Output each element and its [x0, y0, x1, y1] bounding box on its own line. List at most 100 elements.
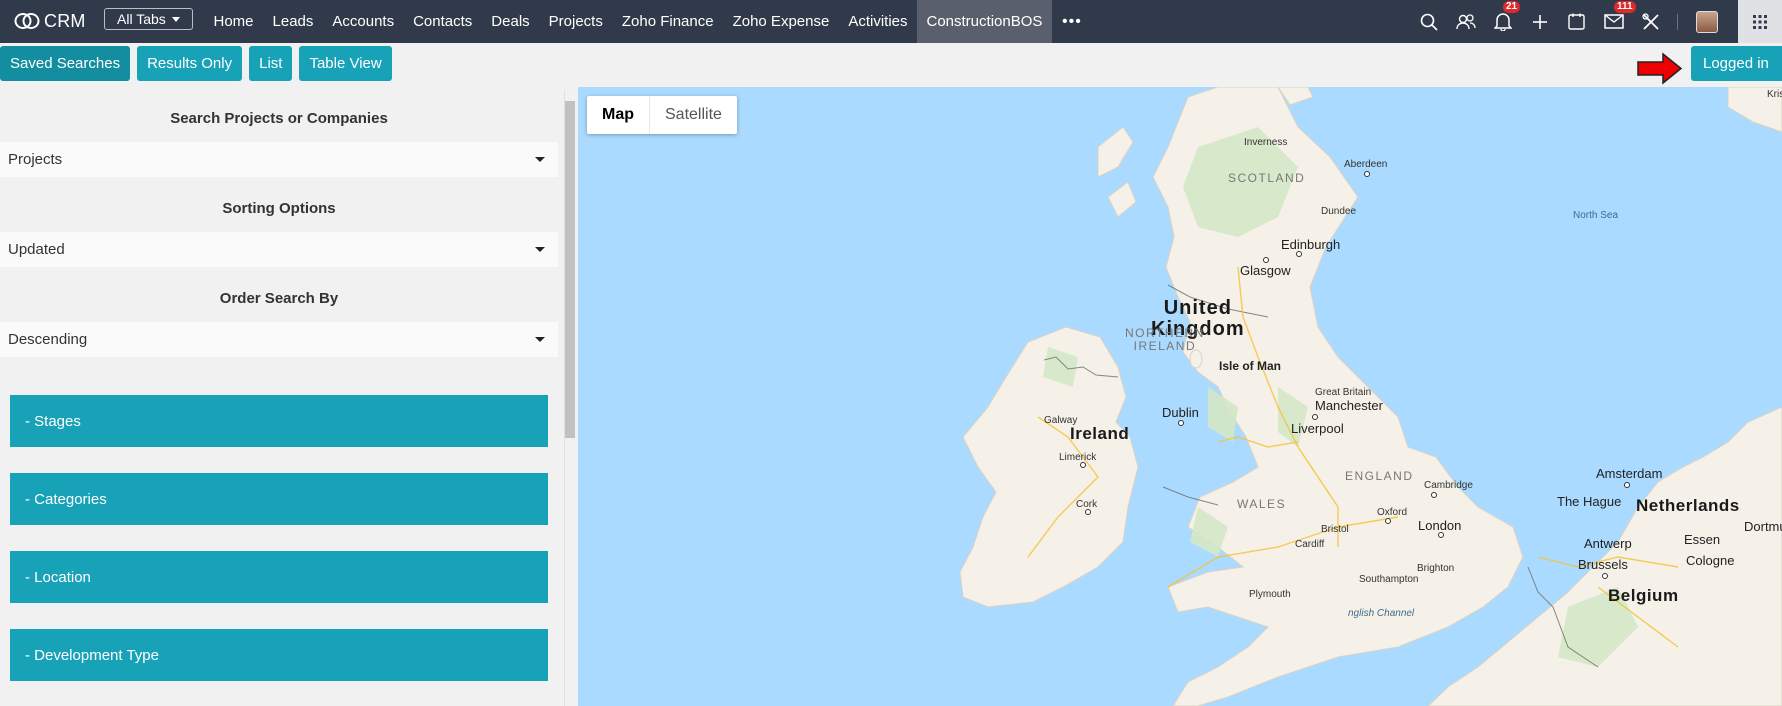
map-label-belgium: Belgium	[1608, 586, 1679, 605]
search-type-value: Projects	[8, 151, 63, 168]
map-label-liverpool: Liverpool	[1291, 421, 1344, 436]
map-label-southampton: Southampton	[1359, 574, 1419, 585]
map-label-brussels: Brussels	[1578, 557, 1628, 572]
map-label-cardiff: Cardiff	[1295, 539, 1325, 550]
map-label-antwerp: Antwerp	[1584, 536, 1632, 551]
search-type-select[interactable]: Projects	[0, 142, 558, 177]
apps-grid-icon[interactable]	[1738, 0, 1782, 43]
avatar[interactable]	[1696, 10, 1718, 33]
map-label-amsterdam: Amsterdam	[1596, 466, 1663, 481]
sorting-options-title: Sorting Options	[222, 200, 336, 217]
top-navigation-bar: CRM All Tabs Home Leads Accounts Contact…	[0, 0, 1782, 43]
caret-down-icon	[535, 247, 545, 252]
map-label-cologne: Cologne	[1686, 553, 1735, 568]
stages-filter-button[interactable]: - Stages	[10, 395, 548, 447]
map-label-bristol: Bristol	[1321, 524, 1349, 535]
tab-activities[interactable]: Activities	[839, 0, 917, 43]
map-dot-brussels	[1602, 573, 1608, 579]
all-tabs-label: All Tabs	[117, 11, 166, 27]
map-label-dortmund: Dortmu	[1744, 519, 1782, 534]
map-label-cambridge: Cambridge	[1424, 480, 1473, 491]
map-dot-edinburgh	[1296, 251, 1302, 257]
zoho-logo-icon	[14, 13, 40, 29]
order-value: Descending	[8, 331, 88, 348]
map-label-limerick: Limerick	[1059, 452, 1097, 463]
map-dot-aberdeen	[1364, 171, 1370, 177]
map-label-kristi: Kristi	[1767, 89, 1782, 100]
icon-divider	[1677, 13, 1678, 30]
tab-deals[interactable]: Deals	[482, 0, 539, 43]
satellite-view-button[interactable]: Satellite	[650, 96, 737, 134]
map-view[interactable]: Map Satellite United Kingdom SCOTLAND NOR…	[578, 87, 1782, 706]
sorting-select[interactable]: Updated	[0, 232, 558, 267]
add-icon[interactable]	[1521, 0, 1558, 43]
map-view-button[interactable]: Map	[587, 96, 650, 134]
search-projects-title: Search Projects or Companies	[170, 110, 388, 127]
map-label-the-hague: The Hague	[1557, 494, 1622, 509]
map-label-northern-ireland: NORTHERN IRELAND	[1125, 327, 1205, 353]
map-label-netherlands: Netherlands	[1636, 496, 1740, 515]
logged-in-button[interactable]: Logged in	[1691, 46, 1782, 81]
order-search-title: Order Search By	[219, 290, 339, 307]
map-dot-cork	[1085, 509, 1091, 515]
saved-searches-button[interactable]: Saved Searches	[0, 46, 131, 81]
list-button[interactable]: List	[249, 46, 293, 81]
calendar-icon[interactable]	[1558, 0, 1595, 43]
map-label-galway: Galway	[1044, 415, 1078, 426]
all-tabs-dropdown[interactable]: All Tabs	[104, 8, 193, 30]
top-right-icons: 21 111	[1410, 0, 1782, 43]
search-filter-panel: Search Projects or Companies Projects So…	[0, 87, 578, 706]
tab-leads[interactable]: Leads	[263, 0, 323, 43]
map-landmass	[959, 87, 1782, 706]
map-label-text: NORTHERN IRELAND	[1125, 326, 1205, 353]
location-filter-button[interactable]: - Location	[10, 551, 548, 603]
map-type-toggle: Map Satellite	[587, 96, 737, 134]
map-dot-oxford	[1385, 518, 1391, 524]
map-label-dublin: Dublin	[1162, 405, 1199, 420]
map-label-london: London	[1418, 518, 1462, 533]
module-tabs: Home Leads Accounts Contacts Deals Proje…	[204, 0, 1092, 43]
tab-zoho-expense[interactable]: Zoho Expense	[723, 0, 839, 43]
map-label-isle-of-man: Isle of Man	[1219, 359, 1282, 373]
sorting-value: Updated	[8, 241, 65, 258]
tools-icon[interactable]	[1632, 0, 1669, 43]
map-label-england: ENGLAND	[1345, 469, 1414, 483]
map-label-essen: Essen	[1684, 532, 1721, 547]
map-dot-glasgow	[1263, 257, 1269, 263]
map-label-inverness: Inverness	[1244, 137, 1288, 148]
map-dot-amsterdam	[1624, 482, 1630, 488]
map-label-manchester: Manchester	[1315, 398, 1383, 413]
map-label-dundee: Dundee	[1321, 206, 1357, 217]
panel-scrollbar-thumb[interactable]	[565, 101, 575, 438]
development-type-filter-button[interactable]: - Development Type	[10, 629, 548, 681]
categories-filter-button[interactable]: - Categories	[10, 473, 548, 525]
map-label-wales: WALES	[1237, 497, 1287, 511]
tab-home[interactable]: Home	[204, 0, 263, 43]
order-select[interactable]: Descending	[0, 322, 558, 357]
map-label-great-britain: Great Britain	[1315, 387, 1372, 398]
map-label-scotland: SCOTLAND	[1228, 171, 1306, 185]
map-label-north-sea: North Sea	[1573, 210, 1619, 221]
results-only-button[interactable]: Results Only	[137, 46, 243, 81]
red-arrow-icon	[1637, 52, 1683, 85]
map-label-glasgow: Glasgow	[1240, 263, 1291, 278]
contacts-icon[interactable]	[1447, 0, 1484, 43]
tab-constructionbos[interactable]: ConstructionBOS	[917, 0, 1052, 43]
map-dot-cambridge	[1431, 492, 1437, 498]
map-label-oxford: Oxford	[1377, 507, 1408, 518]
map-label-plymouth: Plymouth	[1249, 589, 1291, 600]
map-dot-manchester	[1312, 414, 1318, 420]
table-view-button[interactable]: Table View	[299, 46, 392, 81]
tab-accounts[interactable]: Accounts	[323, 0, 404, 43]
crm-logo[interactable]: CRM	[14, 9, 86, 33]
map-dot-limerick	[1080, 462, 1086, 468]
caret-down-icon	[535, 157, 545, 162]
tab-zoho-finance[interactable]: Zoho Finance	[612, 0, 723, 43]
notifications-badge: 21	[1503, 1, 1521, 13]
search-icon[interactable]	[1410, 0, 1447, 43]
mail-icon[interactable]: 111	[1595, 0, 1636, 43]
tab-projects[interactable]: Projects	[539, 0, 612, 43]
tab-contacts[interactable]: Contacts	[404, 0, 482, 43]
more-tabs-icon[interactable]: •••	[1052, 0, 1092, 43]
bell-icon[interactable]: 21	[1484, 0, 1521, 43]
